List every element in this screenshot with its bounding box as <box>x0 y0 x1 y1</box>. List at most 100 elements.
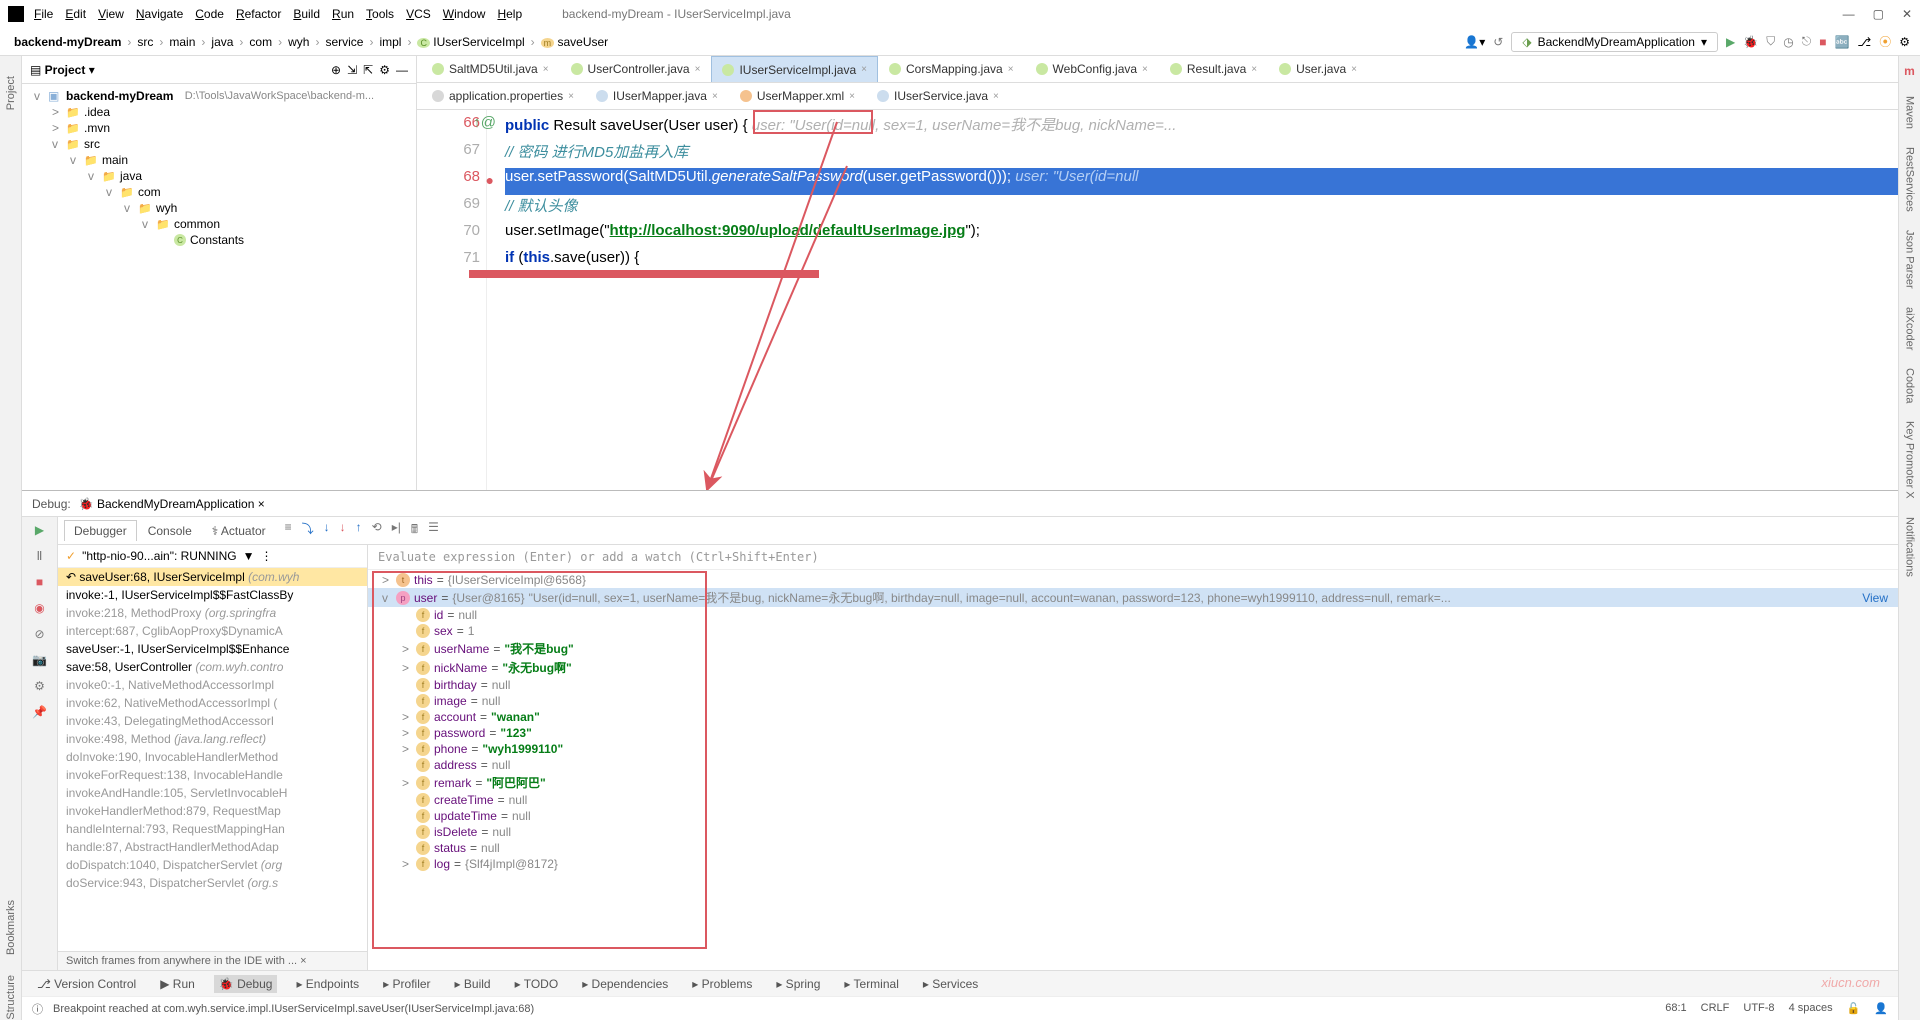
line-separator[interactable]: CRLF <box>1701 1002 1730 1015</box>
tool-debug[interactable]: 🐞 Debug <box>214 975 278 993</box>
stripe-project[interactable]: Project <box>5 76 17 110</box>
tool-build[interactable]: ▸ Build <box>450 975 496 993</box>
resume-button[interactable]: ▶ <box>35 523 44 537</box>
crumb-4[interactable]: com <box>245 34 276 50</box>
maximize-button[interactable]: ▢ <box>1873 7 1884 21</box>
menu-refactor[interactable]: Refactor <box>230 5 287 23</box>
stack-frame[interactable]: handle:87, AbstractHandlerMethodAdap <box>58 838 367 856</box>
menu-build[interactable]: Build <box>287 5 326 23</box>
code-line[interactable]: user.setPassword(SaltMD5Util.generateSal… <box>505 168 1898 195</box>
stack-frame[interactable]: saveUser:-1, IUserServiceImpl$$Enhance <box>58 640 367 658</box>
tree-node[interactable]: v common <box>22 216 416 232</box>
variable-row[interactable]: f birthday = null <box>368 677 1898 693</box>
variable-row[interactable]: f isDelete = null <box>368 824 1898 840</box>
editor-tab[interactable]: UserMapper.xml× <box>729 83 866 109</box>
run-button[interactable]: ▶ <box>1726 35 1735 49</box>
stripe-notif[interactable]: Notifications <box>1904 517 1916 577</box>
code-line[interactable]: user.setImage("http://localhost:9090/upl… <box>505 222 1898 249</box>
stack-frame[interactable]: invoke:62, NativeMethodAccessorImpl ( <box>58 694 367 712</box>
editor-tab[interactable]: CorsMapping.java× <box>878 56 1025 82</box>
profile-button[interactable]: ◷ <box>1783 35 1793 49</box>
run-config-selector[interactable]: ⬗ BackendMyDreamApplication ▾ <box>1511 32 1718 52</box>
variable-row[interactable]: >f account = "wanan" <box>368 709 1898 725</box>
tree-root[interactable]: v backend-myDream D:\Tools\JavaWorkSpace… <box>22 88 416 104</box>
tool-endpoints[interactable]: ▸ Endpoints <box>291 975 364 993</box>
tool-problems[interactable]: ▸ Problems <box>687 975 757 993</box>
attach-button[interactable]: ⎋ <box>1802 34 1812 49</box>
stack-frame[interactable]: invokeForRequest:138, InvocableHandle <box>58 766 367 784</box>
pause-button[interactable]: Ⅱ <box>37 549 43 563</box>
stack-frame[interactable]: intercept:687, CglibAopProxy$DynamicA <box>58 622 367 640</box>
stripe-kpx[interactable]: Key Promoter X <box>1904 421 1916 499</box>
editor-tab[interactable]: SaltMD5Util.java× <box>421 56 560 82</box>
stack-frame[interactable]: invoke:-1, IUserServiceImpl$$FastClassBy <box>58 586 367 604</box>
settings-icon[interactable]: ⚙ <box>1899 35 1910 49</box>
variable-row[interactable]: >f password = "123" <box>368 725 1898 741</box>
variable-row[interactable]: f status = null <box>368 840 1898 856</box>
tool-version-control[interactable]: ⎇ Version Control <box>32 975 141 993</box>
collapse-all-icon[interactable]: ⇱ <box>363 63 373 77</box>
console-tab[interactable]: Console <box>139 521 201 541</box>
code-line[interactable]: public Result saveUser(User user) { user… <box>505 114 1898 141</box>
tool-spring[interactable]: ▸ Spring <box>771 975 825 993</box>
menu-navigate[interactable]: Navigate <box>130 5 189 23</box>
indent[interactable]: 4 spaces <box>1789 1002 1833 1015</box>
translate-icon[interactable]: 🔤 <box>1834 35 1849 49</box>
hide-icon[interactable]: — <box>396 63 408 77</box>
mute-breakpoints-button[interactable]: ⊘ <box>34 627 44 641</box>
tree-node[interactable]: C Constants <box>22 232 416 248</box>
redo-icon[interactable]: ↺ <box>1493 35 1503 49</box>
code-line[interactable]: // 密码 进行MD5加盐再入库 <box>505 141 1898 168</box>
stack-frame[interactable]: save:58, UserController (com.wyh.contro <box>58 658 367 676</box>
close-tab-icon[interactable]: × <box>712 91 718 102</box>
stripe-maven[interactable]: Maven <box>1904 96 1916 129</box>
step-over-icon[interactable]: ⤵ <box>302 520 314 541</box>
stripe-bookmarks[interactable]: Bookmarks <box>5 900 17 955</box>
force-step-into-icon[interactable]: ↓ <box>340 520 346 541</box>
crumb-9[interactable]: m saveUser <box>537 34 613 50</box>
menu-file[interactable]: File <box>28 5 59 23</box>
tree-node[interactable]: v src <box>22 136 416 152</box>
editor-tab[interactable]: Result.java× <box>1159 56 1268 82</box>
crumb-8[interactable]: C IUserServiceImpl <box>413 34 528 50</box>
stack-frame[interactable]: invoke0:-1, NativeMethodAccessorImpl <box>58 676 367 694</box>
variable-row[interactable]: f address = null <box>368 757 1898 773</box>
close-tab-icon[interactable]: × <box>1251 64 1257 75</box>
tree-node[interactable]: v main <box>22 152 416 168</box>
stack-frame[interactable]: invoke:498, Method (java.lang.reflect) <box>58 730 367 748</box>
stack-frame[interactable]: invoke:218, MethodProxy (org.springfra <box>58 604 367 622</box>
tree-node[interactable]: > .idea <box>22 104 416 120</box>
variable-row[interactable]: vp user = {User@8165} "User(id=null, sex… <box>368 588 1898 607</box>
caret-position[interactable]: 68:1 <box>1665 1002 1686 1015</box>
close-tab-icon[interactable]: × <box>695 64 701 75</box>
variable-row[interactable]: f sex = 1 <box>368 623 1898 639</box>
variable-row[interactable]: f createTime = null <box>368 792 1898 808</box>
variable-row[interactable]: >f remark = "阿巴阿巴" <box>368 773 1898 792</box>
editor-tab[interactable]: UserController.java× <box>560 56 712 82</box>
close-tab-icon[interactable]: × <box>849 91 855 102</box>
filter-icon[interactable]: ▼ <box>243 549 255 563</box>
pin-button[interactable]: 📌 <box>32 705 47 719</box>
run-to-cursor-icon[interactable]: ▸| <box>392 520 401 541</box>
tool-run[interactable]: ▶ Run <box>155 975 200 993</box>
coverage-button[interactable]: ⛉ <box>1766 34 1775 49</box>
crumb-0[interactable]: backend-myDream <box>10 34 125 50</box>
git-icon[interactable]: ⎇ <box>1857 35 1871 49</box>
stack-frame[interactable]: ↶ saveUser:68, IUserServiceImpl (com.wyh <box>58 568 367 586</box>
editor-tab[interactable]: IUserMapper.java× <box>585 83 729 109</box>
tree-node[interactable]: v com <box>22 184 416 200</box>
crumb-5[interactable]: wyh <box>284 34 313 50</box>
variable-row[interactable]: >f phone = "wyh1999110" <box>368 741 1898 757</box>
crumb-3[interactable]: java <box>207 34 237 50</box>
stripe-structure[interactable]: Structure <box>5 975 17 1020</box>
crumb-1[interactable]: src <box>133 34 157 50</box>
editor-tab[interactable]: IUserService.java× <box>866 83 1010 109</box>
tree-node[interactable]: > .mvn <box>22 120 416 136</box>
variable-row[interactable]: >f log = {Slf4jImpl@8172} <box>368 856 1898 872</box>
close-tab-icon[interactable]: × <box>1142 64 1148 75</box>
crumb-7[interactable]: impl <box>375 34 405 50</box>
variable-row[interactable]: >t this = {IUserServiceImpl@6568} <box>368 572 1898 588</box>
stripe-rest[interactable]: RestServices <box>1904 147 1916 212</box>
minimize-button[interactable]: — <box>1843 7 1855 21</box>
crumb-2[interactable]: main <box>165 34 199 50</box>
